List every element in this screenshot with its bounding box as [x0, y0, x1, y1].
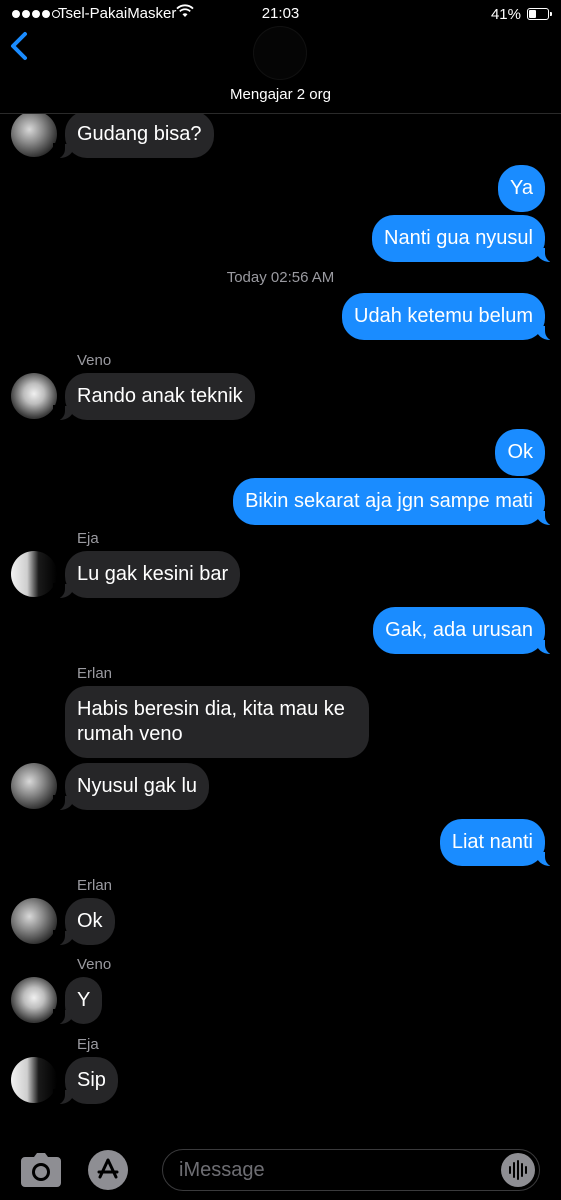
incoming-message[interactable]: Nyusul gak lu [52, 763, 210, 811]
avatar-veno[interactable] [11, 977, 57, 1023]
avatar-erlan[interactable] [11, 763, 57, 809]
sender-name: Eja [77, 1036, 99, 1053]
message-input-placeholder: iMessage [179, 1159, 265, 1181]
app-store-icon[interactable] [88, 1150, 128, 1190]
avatar-veno[interactable] [11, 373, 57, 419]
outgoing-message[interactable]: Udah ketemu belum [342, 293, 557, 341]
outgoing-message[interactable]: Nanti gua nyusul [372, 215, 557, 263]
avatar-erlan[interactable] [11, 898, 57, 944]
outgoing-message[interactable]: Ya [498, 165, 545, 212]
incoming-message[interactable]: Sip [53, 1057, 118, 1105]
sender-name: Erlan [77, 877, 113, 894]
incoming-message[interactable]: Gudang bisa? [53, 111, 214, 159]
avatar-erlan[interactable] [11, 111, 57, 157]
outgoing-message[interactable]: Bikin sekarat aja jgn sampe mati [233, 478, 557, 526]
message-thread: Gudang bisa? Ya Nanti gua nyusul Today 0… [0, 0, 561, 1200]
sender-name: Eja [77, 530, 99, 547]
status-bar: Tsel-PakaiMasker 21:03 41% [0, 0, 561, 30]
audio-waveform-icon[interactable] [501, 1153, 535, 1187]
avatar-eja[interactable] [11, 1057, 57, 1103]
incoming-message[interactable]: Lu gak kesini bar [52, 551, 241, 599]
compose-bar: iMessage [0, 1140, 561, 1200]
battery-icon [527, 8, 552, 20]
sender-name: Veno [77, 956, 112, 973]
status-time: 21:03 [261, 5, 300, 22]
sender-name: Erlan [77, 665, 113, 682]
incoming-message[interactable]: Habis beresin dia, kita mau ke rumah ven… [65, 686, 369, 758]
outgoing-message[interactable]: Gak, ada urusan [373, 607, 557, 655]
back-chevron-icon[interactable] [8, 30, 34, 64]
sender-name: Veno [77, 352, 112, 369]
avatar-eja[interactable] [11, 551, 57, 597]
battery-percentage: 41% [490, 6, 521, 23]
outgoing-message[interactable]: Ok [495, 429, 545, 476]
conversation-header: Tsel-PakaiMasker 21:03 41% Mengajar 2 or… [0, 0, 561, 114]
outgoing-message[interactable]: Liat nanti [439, 819, 558, 867]
group-avatar[interactable] [254, 27, 306, 79]
message-timestamp: Today 02:56 AM [226, 269, 335, 286]
message-input[interactable]: iMessage [162, 1149, 540, 1191]
incoming-message[interactable]: Rando anak teknik [53, 373, 255, 421]
incoming-message[interactable]: Ok [53, 898, 115, 946]
camera-icon[interactable] [20, 1152, 62, 1188]
incoming-message[interactable]: Y [52, 977, 103, 1025]
group-name[interactable]: Mengajar 2 org [0, 86, 561, 103]
